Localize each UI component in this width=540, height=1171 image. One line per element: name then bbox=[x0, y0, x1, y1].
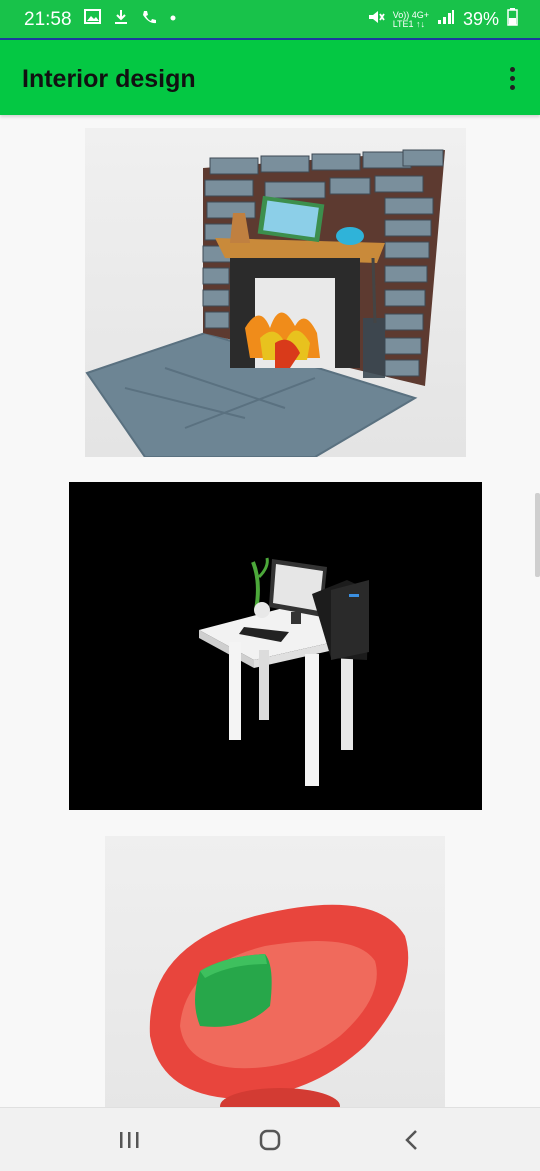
download-icon bbox=[113, 9, 129, 29]
dot-icon bbox=[169, 9, 177, 29]
gallery-list[interactable] bbox=[0, 115, 540, 1107]
home-icon[interactable] bbox=[250, 1126, 290, 1154]
signal-icon bbox=[437, 9, 455, 30]
recent-apps-icon[interactable] bbox=[110, 1126, 150, 1154]
phone-icon bbox=[141, 9, 157, 29]
battery-icon bbox=[507, 8, 518, 31]
overflow-menu-icon[interactable] bbox=[504, 67, 520, 93]
app-bar: Interior design bbox=[0, 40, 540, 115]
network-type-bottom: LTE1 ↑↓ bbox=[392, 18, 426, 29]
navigation-bar bbox=[0, 1107, 540, 1171]
app-title: Interior design bbox=[22, 65, 196, 93]
egg-chair-image[interactable] bbox=[105, 836, 445, 1107]
status-time: 21:58 bbox=[24, 9, 72, 30]
mute-icon bbox=[367, 8, 385, 31]
scrollbar-thumb[interactable] bbox=[535, 493, 540, 577]
gallery-icon bbox=[84, 9, 101, 29]
fireplace-image[interactable] bbox=[85, 128, 466, 457]
status-bar: 21:58 Vo)) 4G+ LTE1 ↑↓ 39% bbox=[0, 0, 540, 40]
back-icon[interactable] bbox=[392, 1126, 432, 1154]
battery-level: 39% bbox=[462, 9, 499, 29]
computer-desk-image[interactable] bbox=[69, 482, 482, 810]
